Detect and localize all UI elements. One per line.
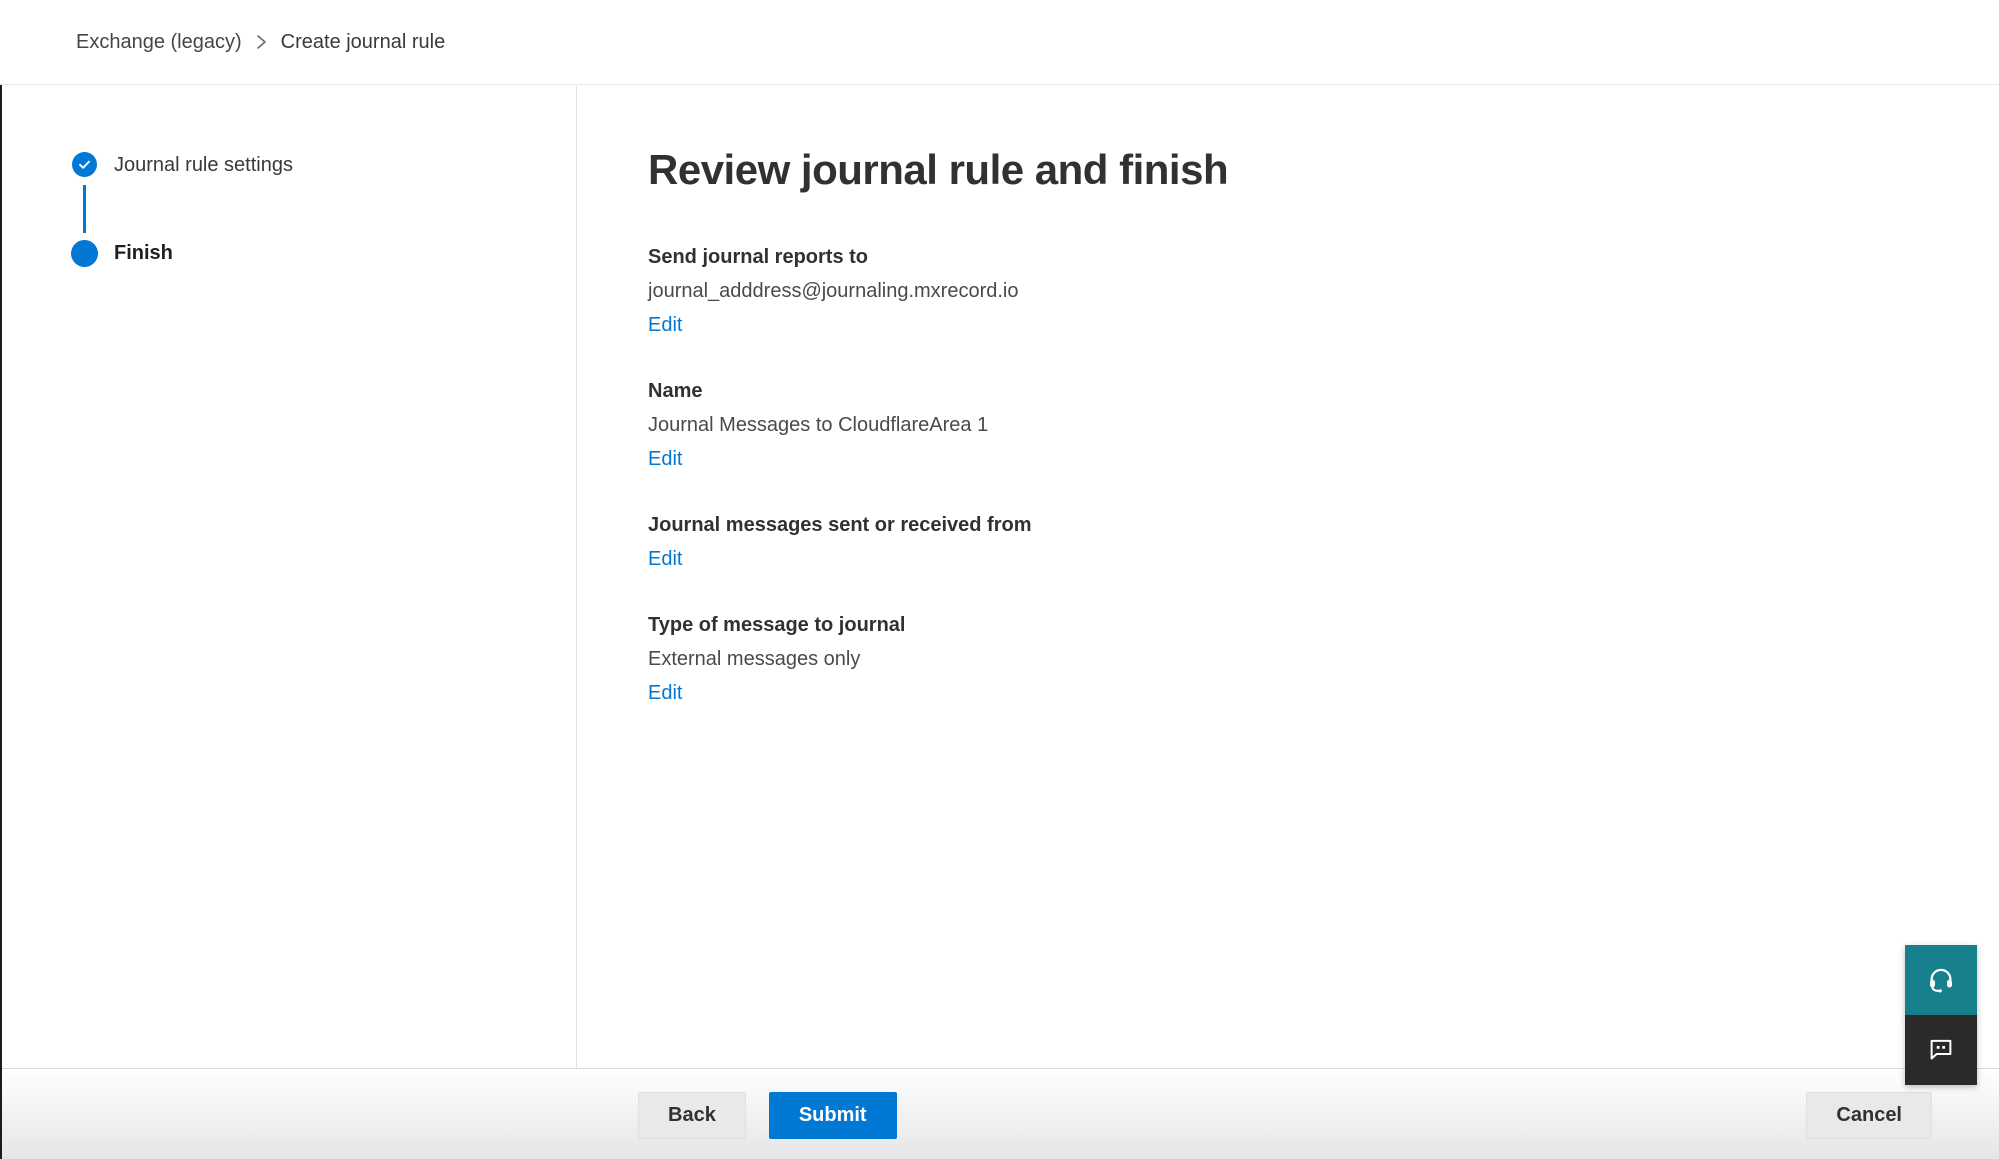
feedback-chat-icon xyxy=(1926,1034,1956,1067)
section-type-of-message: Type of message to journal External mess… xyxy=(648,608,1999,710)
section-label: Name xyxy=(648,374,1999,408)
wizard-step-nav: Journal rule settings Finish xyxy=(0,86,577,1068)
review-pane: Review journal rule and finish Send jour… xyxy=(578,86,1999,1068)
back-button[interactable]: Back xyxy=(638,1092,746,1139)
headset-icon xyxy=(1926,964,1956,997)
breadcrumb-exchange-legacy[interactable]: Exchange (legacy) xyxy=(76,31,242,54)
step-journal-rule-settings[interactable]: Journal rule settings xyxy=(114,148,293,182)
chevron-right-icon xyxy=(256,33,267,51)
page-title: Review journal rule and finish xyxy=(648,142,1999,198)
step-connector-line xyxy=(83,185,86,233)
step-completed-icon[interactable] xyxy=(72,152,97,177)
step-finish[interactable]: Finish xyxy=(114,236,173,270)
wizard-footer: Back Submit Cancel xyxy=(0,1068,1999,1159)
edit-name-link[interactable]: Edit xyxy=(648,442,682,476)
message-type-value: External messages only xyxy=(648,642,1999,676)
header-bar: Exchange (legacy) Create journal rule xyxy=(0,0,1999,85)
breadcrumb: Exchange (legacy) Create journal rule xyxy=(76,31,445,54)
edit-scope-link[interactable]: Edit xyxy=(648,542,682,576)
review-sections: Send journal reports to journal_adddress… xyxy=(648,240,1999,710)
window-edge-strip xyxy=(0,85,2,1159)
help-button[interactable] xyxy=(1905,945,1977,1015)
journal-report-address-value: journal_adddress@journaling.mxrecord.io xyxy=(648,274,1999,308)
section-label: Journal messages sent or received from xyxy=(648,508,1999,542)
edit-send-journal-reports-link[interactable]: Edit xyxy=(648,308,682,342)
section-name: Name Journal Messages to CloudflareArea … xyxy=(648,374,1999,476)
checkmark-icon xyxy=(77,157,92,172)
section-label: Send journal reports to xyxy=(648,240,1999,274)
cancel-button[interactable]: Cancel xyxy=(1806,1092,1932,1139)
section-label: Type of message to journal xyxy=(648,608,1999,642)
section-journal-messages-sent-or-received: Journal messages sent or received from E… xyxy=(648,508,1999,576)
rule-name-value: Journal Messages to CloudflareArea 1 xyxy=(648,408,1999,442)
step-current-icon[interactable] xyxy=(71,240,98,267)
breadcrumb-create-journal-rule: Create journal rule xyxy=(281,31,446,54)
section-send-journal-reports-to: Send journal reports to journal_adddress… xyxy=(648,240,1999,342)
feedback-button[interactable] xyxy=(1905,1015,1977,1085)
edit-message-type-link[interactable]: Edit xyxy=(648,676,682,710)
exchange-admin-wizard: Exchange (legacy) Create journal rule Jo… xyxy=(0,0,1999,1159)
submit-button[interactable]: Submit xyxy=(769,1092,897,1139)
